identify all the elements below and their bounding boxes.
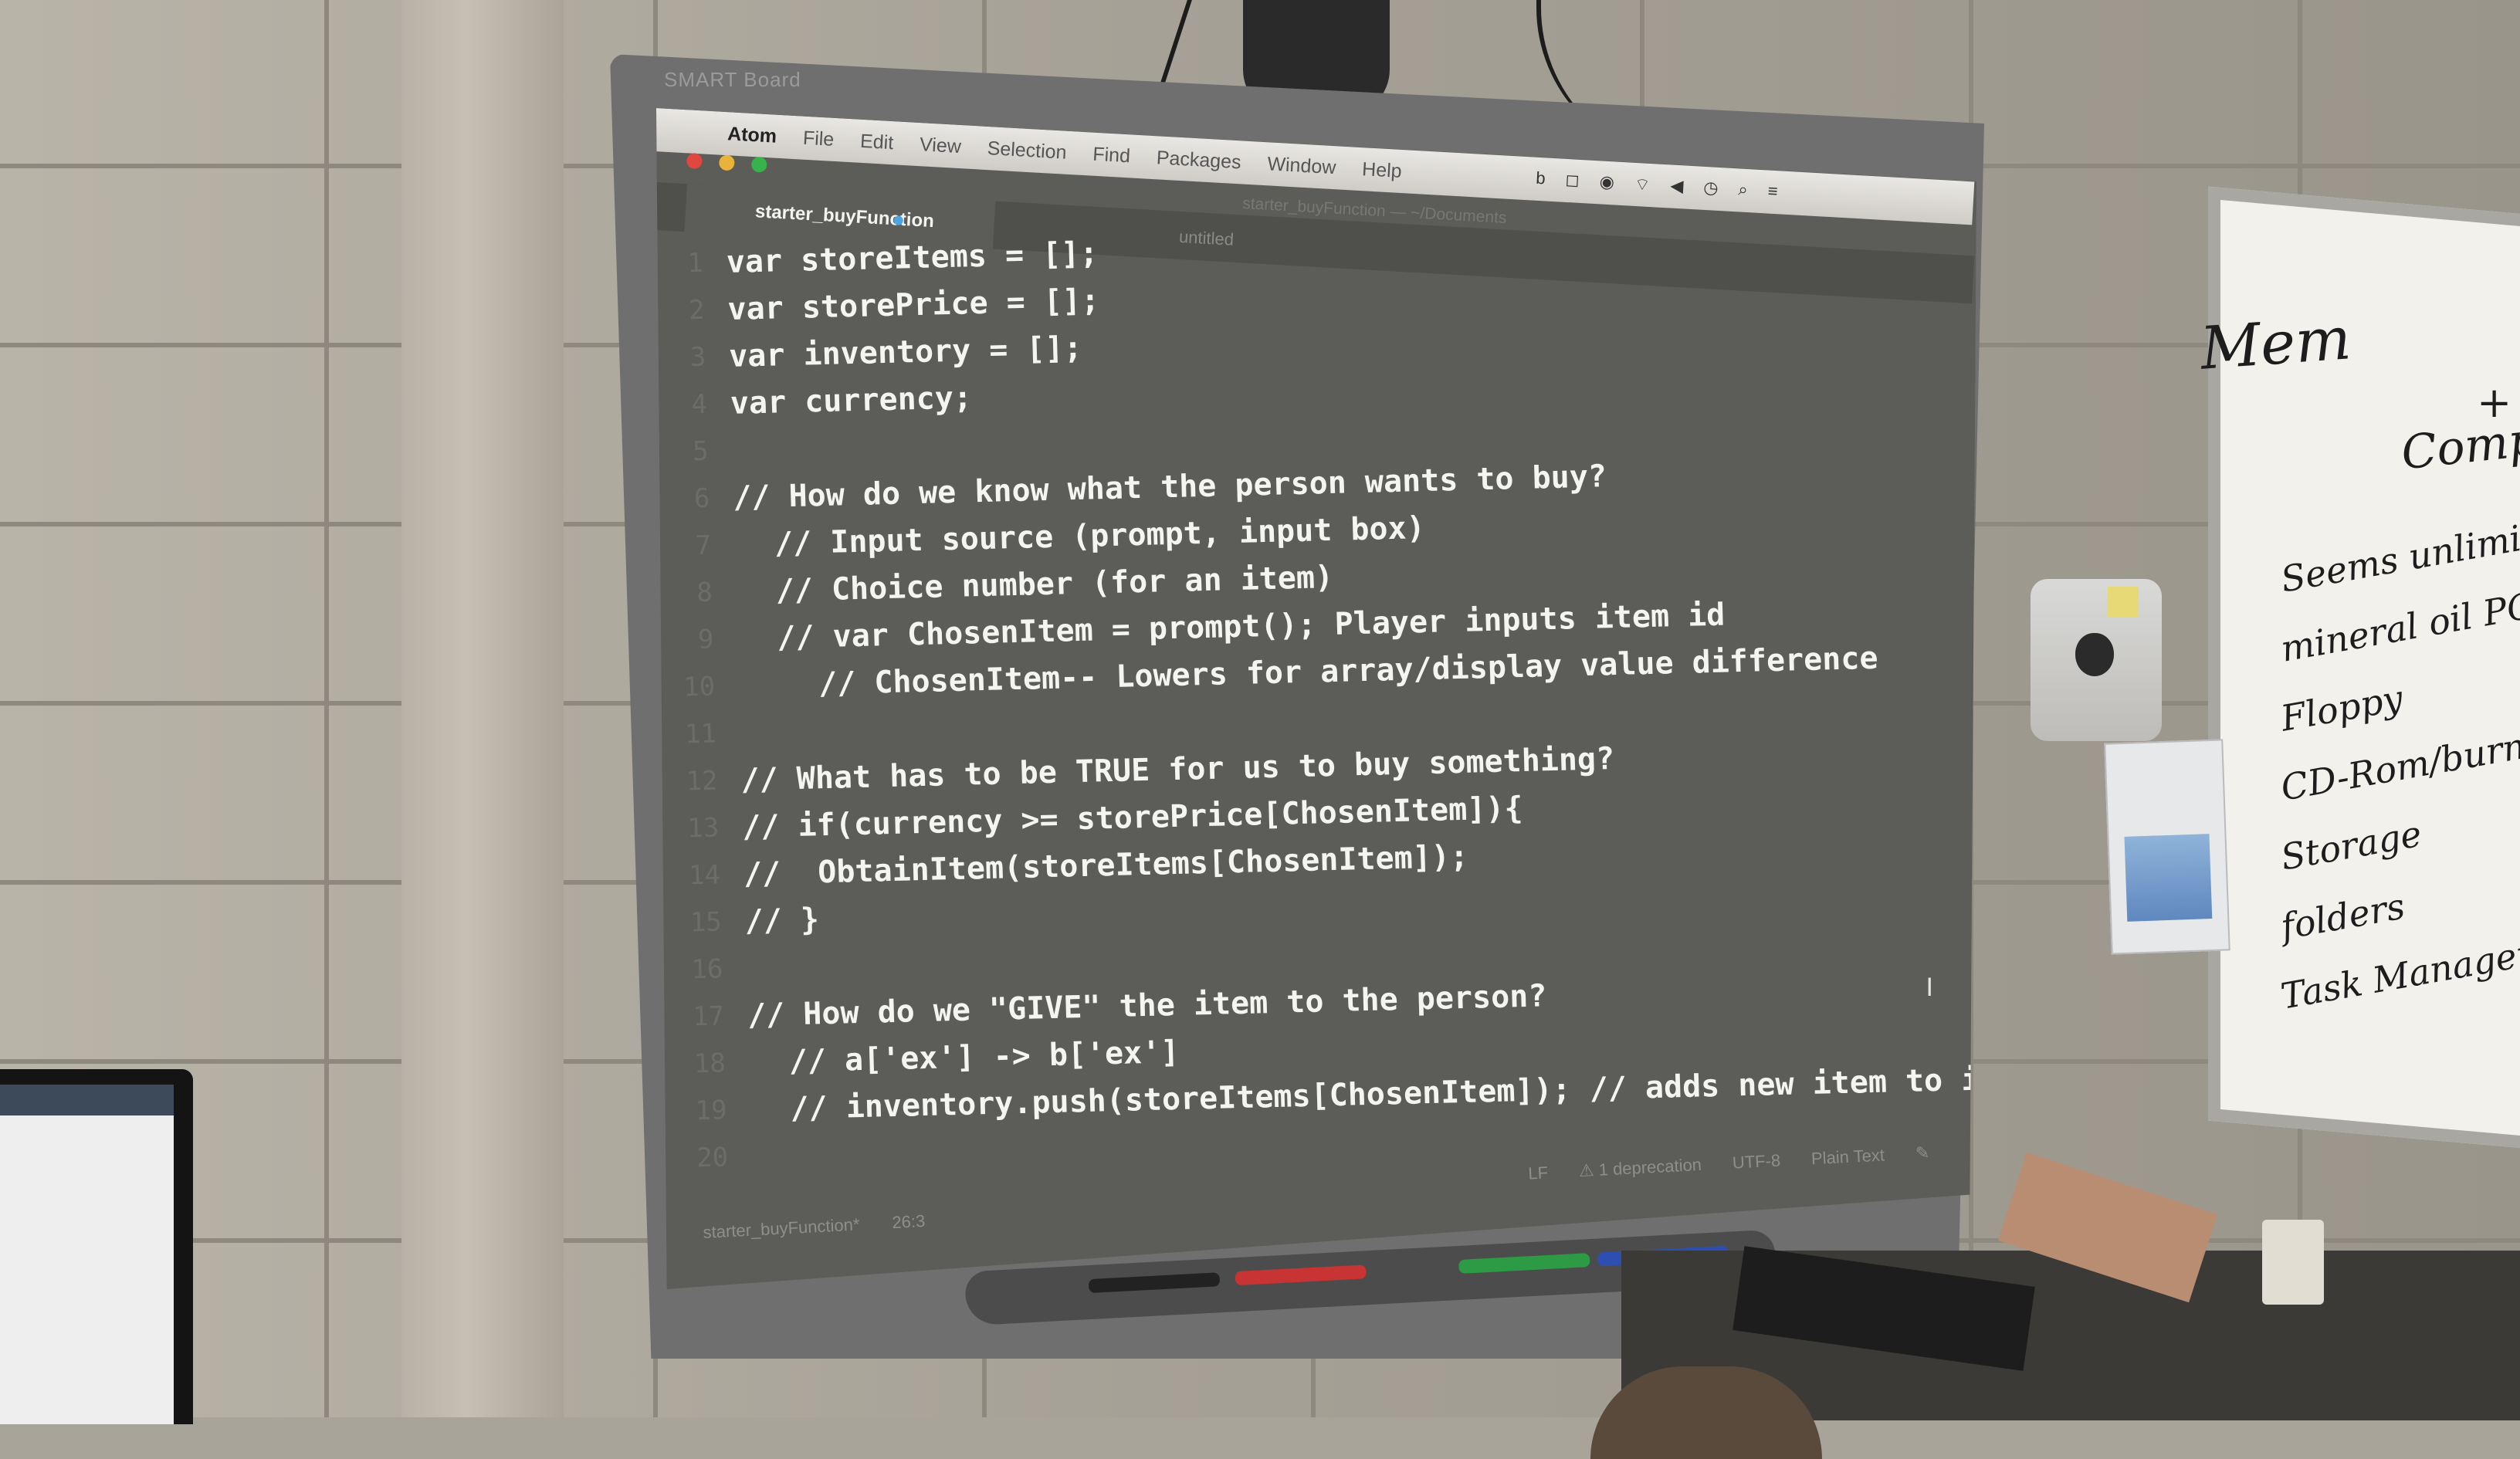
line-number: 17 <box>692 1000 725 1033</box>
wall-pillar <box>401 0 564 1417</box>
menu-file[interactable]: File <box>802 127 835 151</box>
line-number: 13 <box>686 812 720 845</box>
projected-screen: Atom File Edit View Selection Find Packa… <box>656 108 1976 1289</box>
whiteboard-list: Seems unlimited mineral oil PC Floppy CD… <box>2278 507 2520 1019</box>
menu-app-name[interactable]: Atom <box>727 123 777 148</box>
spotlight-search-icon[interactable]: ⌕ <box>1738 179 1749 201</box>
text-cursor-icon: I <box>1926 973 1933 1002</box>
status-encoding[interactable]: UTF-8 <box>1732 1151 1782 1173</box>
screen-share-icon[interactable]: ◻ <box>1565 170 1580 192</box>
line-number: 4 <box>690 388 708 421</box>
apple-logo-icon <box>2075 633 2114 676</box>
menu-find[interactable]: Find <box>1092 143 1131 168</box>
line-number: 14 <box>688 859 721 892</box>
clock-icon[interactable]: ◷ <box>1703 178 1719 200</box>
warning-icon: ⚠ <box>1578 1159 1600 1181</box>
board-brand-label: SMART Board <box>664 68 801 91</box>
github-icon[interactable]: ✎ <box>1915 1142 1931 1163</box>
line-number: 7 <box>695 530 712 562</box>
line-number: 18 <box>693 1048 727 1080</box>
wall-flyer <box>2104 739 2230 955</box>
line-number: 16 <box>690 953 723 986</box>
whiteboard-title-line-1: Mem <box>2198 303 2353 383</box>
status-line-ending[interactable]: LF <box>1528 1163 1549 1183</box>
line-number: 1 <box>686 247 704 279</box>
volume-icon[interactable]: ◀ <box>1670 175 1684 198</box>
menubar-status-icons: b ◻ ◉ ⌔ ◀ ◷ ⌕ ≡ <box>1536 168 1779 203</box>
line-number: 3 <box>689 341 706 374</box>
line-number: 19 <box>695 1095 728 1127</box>
minimize-window-button[interactable] <box>718 154 735 171</box>
status-file-name[interactable]: starter_buyFunction* <box>703 1214 860 1242</box>
sticky-note <box>2108 587 2139 618</box>
user-icon[interactable]: ◉ <box>1599 171 1615 194</box>
red-marker[interactable] <box>1235 1264 1367 1286</box>
close-window-button[interactable] <box>686 153 703 170</box>
line-number: 15 <box>689 906 723 939</box>
status-grammar[interactable]: Plain Text <box>1811 1145 1885 1169</box>
green-marker[interactable] <box>1458 1253 1590 1274</box>
line-number: 11 <box>684 718 717 750</box>
browser-toolbar <box>0 1085 174 1115</box>
line-number: 6 <box>693 482 710 515</box>
menu-view[interactable]: View <box>919 134 961 158</box>
code-editor[interactable]: 1 var storeItems = []; 2 var storePrice = [… <box>683 209 1976 1181</box>
tab-label: starter_buyFunction <box>754 201 935 232</box>
code-text: var currency; <box>730 380 973 421</box>
status-left: starter_buyFunction* 26:3 <box>703 1210 953 1243</box>
code-text: var storeItems = []; <box>726 235 1099 280</box>
menu-window[interactable]: Window <box>1267 153 1336 179</box>
wifi-icon[interactable]: ⌔ <box>1634 174 1651 196</box>
code-text: // Choice number (for an item) <box>775 559 1334 609</box>
line-number: 9 <box>697 624 715 656</box>
code-text: var inventory = []; <box>728 330 1083 374</box>
black-marker[interactable] <box>1088 1272 1221 1294</box>
line-number: 20 <box>696 1142 729 1174</box>
code-text: // } <box>744 902 820 939</box>
bluetooth-icon[interactable]: b <box>1536 168 1546 191</box>
line-number: 8 <box>696 577 713 609</box>
code-text: var storePrice = []; <box>727 283 1100 327</box>
notification-center-icon[interactable]: ≡ <box>1767 181 1778 204</box>
menu-packages[interactable]: Packages <box>1156 147 1241 174</box>
code-text: // a['ex'] -> b['ex'] <box>788 1034 1180 1080</box>
line-number: 10 <box>682 671 716 703</box>
line-number: 5 <box>692 435 710 468</box>
flyer-image <box>2124 834 2213 922</box>
status-cursor-position[interactable]: 26:3 <box>892 1211 926 1232</box>
line-number: 2 <box>688 294 706 327</box>
desk-monitor-screen <box>0 1085 174 1424</box>
menu-selection[interactable]: Selection <box>987 137 1067 164</box>
maximize-window-button[interactable] <box>750 156 767 173</box>
menu-help[interactable]: Help <box>1361 158 1403 183</box>
coffee-cup <box>2262 1220 2324 1305</box>
menu-edit[interactable]: Edit <box>859 130 894 154</box>
mac-mini <box>2031 579 2162 741</box>
line-number: 12 <box>686 765 719 797</box>
